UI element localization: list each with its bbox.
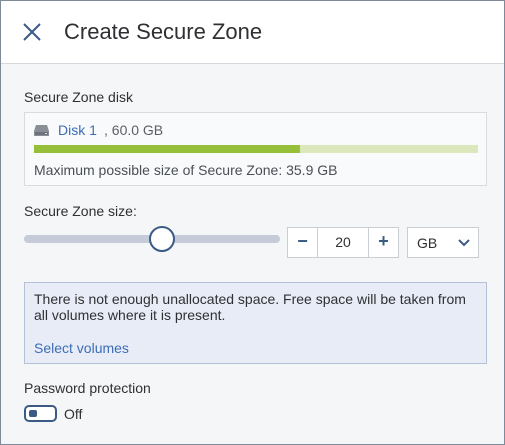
disk-link[interactable]: Disk 1 xyxy=(58,121,97,139)
dialog-title: Create Secure Zone xyxy=(64,19,263,44)
disk-size-text: , 60.0 GB xyxy=(104,122,164,138)
size-slider[interactable] xyxy=(24,225,280,253)
decrement-button[interactable]: − xyxy=(288,228,318,257)
create-secure-zone-dialog: Create Secure Zone Secure Zone disk Disk… xyxy=(0,0,505,445)
select-volumes-link[interactable]: Select volumes xyxy=(34,339,129,357)
disk-usage-fill xyxy=(34,145,301,153)
size-stepper: − + xyxy=(287,227,399,258)
size-value-input[interactable] xyxy=(318,228,368,257)
unit-selected-value: GB xyxy=(417,235,438,251)
hard-disk-icon xyxy=(34,125,49,136)
password-protection-label: Password protection xyxy=(24,380,151,396)
password-toggle[interactable] xyxy=(24,405,57,422)
info-message-box: There is not enough unallocated space. F… xyxy=(24,282,487,364)
increment-button[interactable]: + xyxy=(368,228,398,257)
password-toggle-state: Off xyxy=(64,406,83,422)
toggle-knob xyxy=(29,410,37,417)
slider-thumb[interactable] xyxy=(149,226,176,252)
secure-zone-disk-label: Secure Zone disk xyxy=(24,89,133,105)
close-button[interactable] xyxy=(18,18,46,46)
max-size-text: Maximum possible size of Secure Zone: 35… xyxy=(34,162,338,178)
dialog-header: Create Secure Zone xyxy=(1,1,504,64)
chevron-down-icon xyxy=(458,239,470,247)
unit-select[interactable]: GB xyxy=(407,227,479,258)
secure-zone-size-label: Secure Zone size: xyxy=(24,203,137,219)
disk-selection-box: Disk 1 , 60.0 GB Maximum possible size o… xyxy=(24,112,487,186)
info-message-text: There is not enough unallocated space. F… xyxy=(34,291,466,323)
close-icon xyxy=(23,23,41,41)
disk-usage-bar xyxy=(34,145,478,153)
